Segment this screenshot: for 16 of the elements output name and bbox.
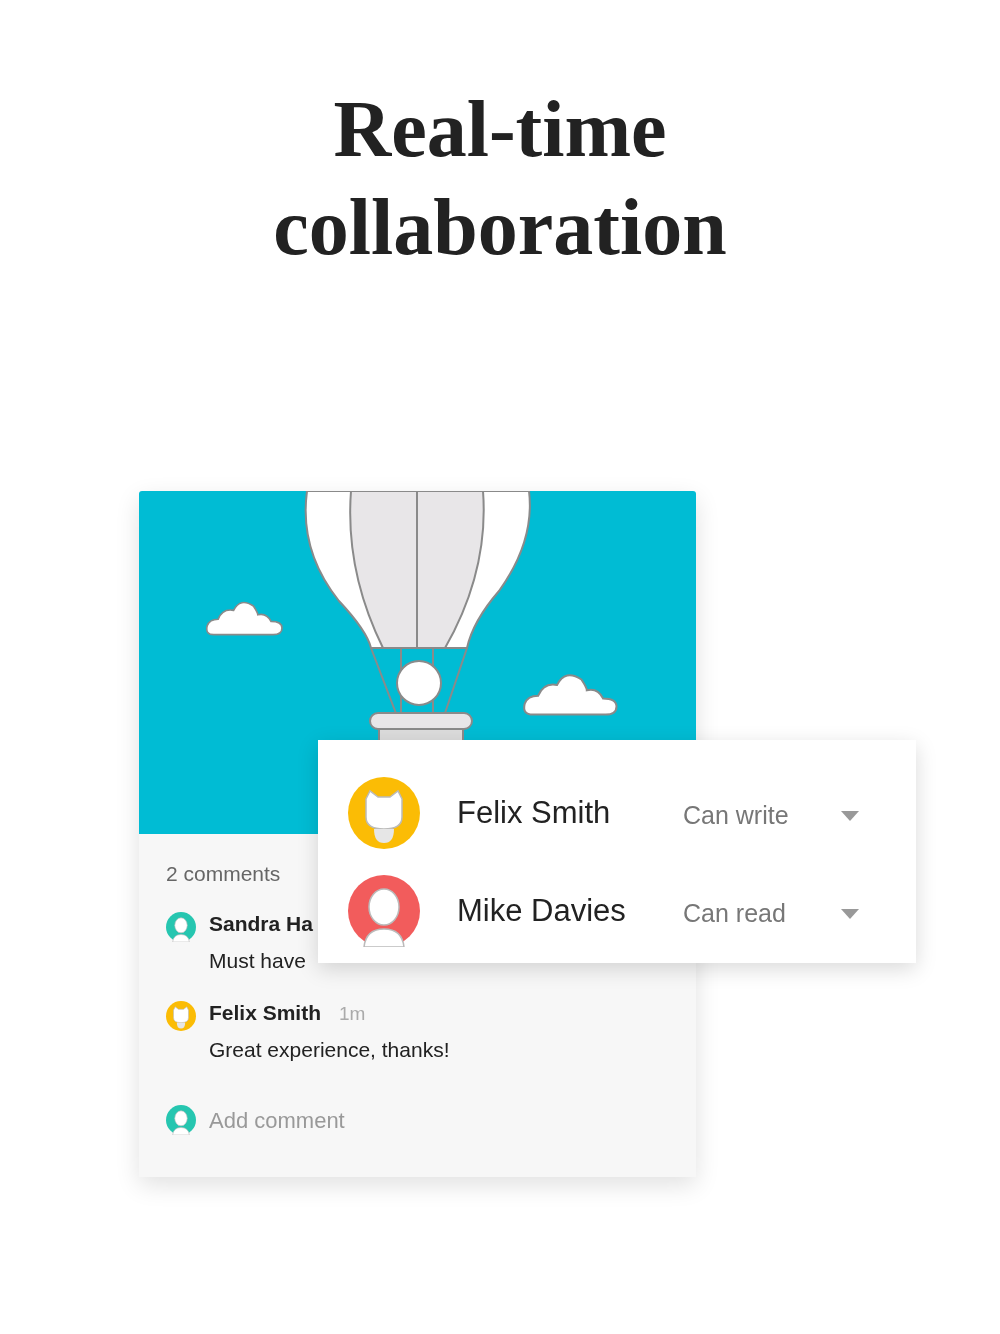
member-name: Felix Smith: [457, 793, 612, 832]
comment-text: Great experience, thanks!: [209, 1037, 450, 1063]
comment-author: Sandra Ha: [209, 910, 313, 937]
permission-dropdown[interactable]: Can read: [683, 889, 859, 933]
comment-input[interactable]: Add comment: [209, 1103, 609, 1137]
comment-text: Must have: [209, 948, 307, 974]
page-heading: Real-time collaboration: [272, 84, 728, 273]
cloud-icon: [523, 674, 618, 716]
caret-icon: [841, 909, 859, 919]
comment-count: 2 comments: [166, 861, 282, 887]
comment-time: 1m: [339, 1001, 366, 1026]
comment-author: Felix Smith: [209, 999, 322, 1026]
caret-icon: [841, 811, 859, 821]
permission-dropdown[interactable]: Can write: [683, 791, 859, 835]
cloud-icon: [205, 601, 283, 636]
member-name: Mike Davies: [457, 891, 627, 930]
